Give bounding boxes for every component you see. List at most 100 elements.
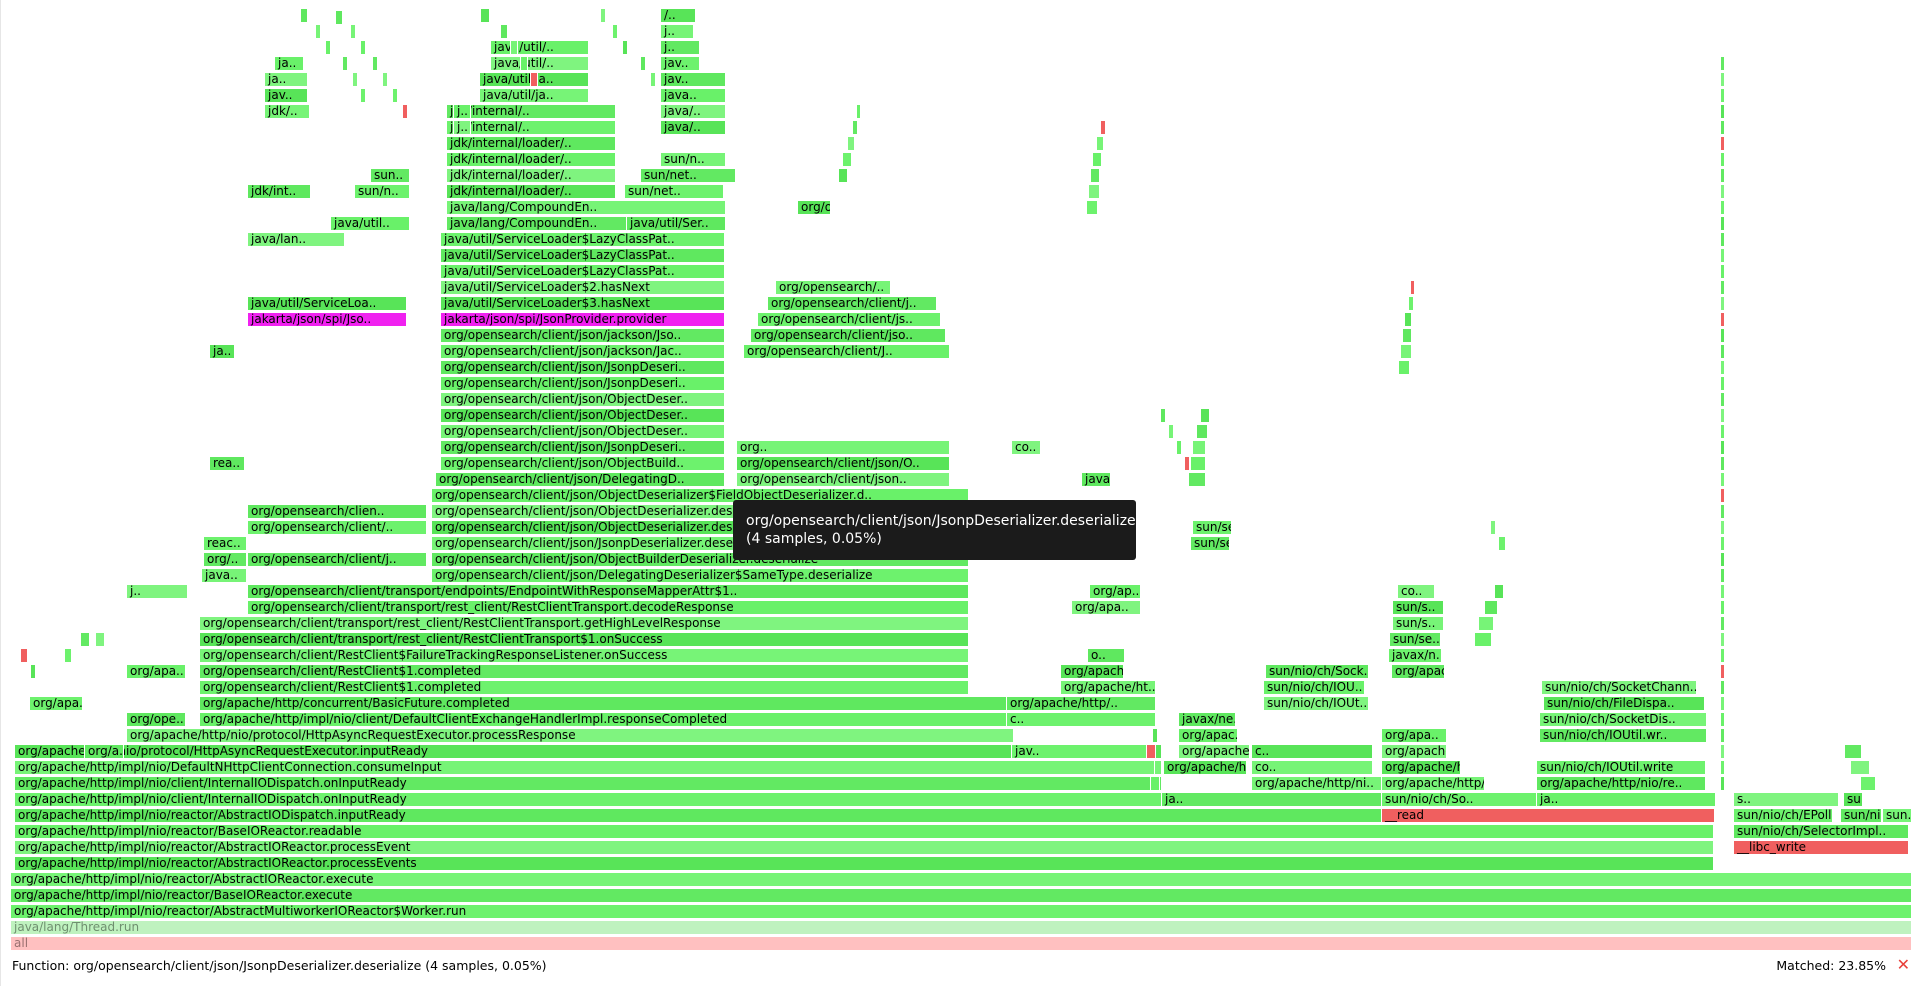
stack-frame[interactable]: org/ope..: [126, 712, 186, 727]
stack-frame[interactable]: [1478, 616, 1494, 631]
stack-frame[interactable]: org/apache/http/impl/nio/client/Internal…: [14, 792, 1162, 807]
stack-frame[interactable]: java/util/ServiceLoader$3.hasNext: [440, 296, 725, 311]
stack-frame[interactable]: org/opensearch/client/json/DelegatingD..: [435, 472, 725, 487]
stack-frame[interactable]: [1720, 712, 1725, 727]
stack-frame[interactable]: ja..: [264, 72, 308, 87]
stack-frame[interactable]: org/apache/http/impl/nio/client/Internal…: [14, 776, 1162, 791]
stack-frame[interactable]: [1190, 456, 1206, 471]
stack-frame[interactable]: org/opensearch/client/transport/endpoint…: [247, 584, 969, 599]
stack-frame[interactable]: [95, 632, 105, 647]
stack-frame[interactable]: jdk/internal/..: [446, 120, 616, 135]
stack-frame[interactable]: sun/nio/ch/SelectorImpl..: [1733, 824, 1909, 839]
stack-frame[interactable]: [1188, 472, 1206, 487]
stack-frame[interactable]: [1720, 664, 1725, 679]
stack-frame[interactable]: [1720, 680, 1725, 695]
stack-frame[interactable]: java/lang/CompoundEn..: [446, 200, 726, 215]
stack-frame[interactable]: [1398, 360, 1410, 375]
stack-frame[interactable]: [335, 10, 343, 25]
stack-frame[interactable]: [530, 72, 538, 87]
stack-frame[interactable]: org/apache/http/impl/nio/client/DefaultC…: [199, 712, 1014, 727]
stack-frame[interactable]: [1720, 424, 1725, 439]
stack-frame[interactable]: [1154, 760, 1162, 775]
stack-frame[interactable]: jdk/internal/loader/..: [446, 184, 616, 199]
stack-frame[interactable]: [1176, 440, 1182, 455]
stack-frame[interactable]: org..: [736, 440, 950, 455]
stack-frame[interactable]: org/apache/http/..: [1006, 696, 1156, 711]
stack-frame[interactable]: org/apache/http/impl/nio/reactor/BaseIOR…: [10, 888, 1912, 903]
stack-frame[interactable]: java/util/ja..: [479, 88, 589, 103]
stack-frame[interactable]: org/apache/http/impl/nio/reactor/Abstrac…: [10, 872, 1912, 887]
stack-frame[interactable]: org/apa..: [1071, 600, 1141, 615]
stack-frame[interactable]: [30, 664, 36, 679]
stack-frame[interactable]: java/util/ServiceLoader$LazyClassPat..: [440, 248, 725, 263]
stack-frame[interactable]: /..: [660, 8, 696, 23]
stack-frame[interactable]: sun/nio/ch/IOUtil.wr..: [1539, 728, 1707, 743]
stack-frame[interactable]: [1720, 296, 1725, 311]
stack-frame[interactable]: [520, 56, 528, 71]
stack-frame[interactable]: org/opensearch/client/json/ObjectDeser..: [440, 408, 725, 423]
stack-frame[interactable]: org/opensearch/client/json/ObjectDeser..: [440, 392, 725, 407]
stack-frame[interactable]: org/apache/http/concurrent/BasicFuture.c…: [199, 696, 1014, 711]
stack-frame[interactable]: [372, 56, 378, 71]
stack-frame[interactable]: [1720, 504, 1725, 519]
stack-frame[interactable]: java/util/..: [490, 56, 589, 71]
stack-frame[interactable]: sun/nio/ch/SocketChann..: [1541, 680, 1697, 695]
stack-frame[interactable]: reac..: [203, 536, 247, 551]
stack-frame[interactable]: sun/nio/ch/FileDispa..: [1543, 696, 1705, 711]
close-icon[interactable]: ✕: [1897, 955, 1910, 974]
stack-frame[interactable]: [392, 88, 398, 103]
stack-frame[interactable]: org/opensearch/client/j..: [247, 552, 427, 567]
stack-frame[interactable]: org/apache/http/impl/nio/reactor/Abstrac…: [1381, 776, 1485, 791]
stack-frame[interactable]: [1720, 568, 1725, 583]
stack-frame[interactable]: [80, 632, 90, 647]
stack-frame[interactable]: [847, 136, 855, 151]
stack-frame[interactable]: [1720, 200, 1725, 215]
stack-frame[interactable]: org/opensearch/clien..: [247, 504, 427, 519]
stack-frame[interactable]: [1720, 232, 1725, 247]
stack-frame[interactable]: java/util/ServiceLoa..: [247, 296, 407, 311]
stack-frame[interactable]: [1720, 696, 1725, 711]
stack-frame[interactable]: [1720, 744, 1725, 759]
stack-frame[interactable]: [1146, 744, 1156, 759]
stack-frame[interactable]: [1090, 168, 1100, 183]
stack-frame[interactable]: [1720, 488, 1725, 503]
stack-frame[interactable]: [1720, 328, 1725, 343]
stack-frame[interactable]: org/opensearch/client/json..: [736, 472, 950, 487]
stack-frame[interactable]: [1720, 168, 1725, 183]
stack-frame[interactable]: [1720, 56, 1725, 71]
stack-frame[interactable]: jdk/internal/..: [446, 104, 616, 119]
stack-frame[interactable]: java/lan..: [247, 232, 345, 247]
stack-frame[interactable]: co..: [1251, 760, 1373, 775]
stack-frame[interactable]: [1196, 424, 1208, 439]
stack-frame[interactable]: sun/net..: [640, 168, 736, 183]
stack-frame[interactable]: [1720, 632, 1725, 647]
stack-frame[interactable]: [1720, 184, 1725, 199]
stack-frame[interactable]: [1404, 312, 1412, 327]
stack-frame[interactable]: __read: [1381, 808, 1715, 823]
stack-frame[interactable]: org/apache/http/nio/reactor/..: [1163, 760, 1247, 775]
stack-frame[interactable]: java..: [201, 568, 247, 583]
stack-frame[interactable]: java/..: [660, 120, 726, 135]
stack-frame[interactable]: [1720, 152, 1725, 167]
stack-frame[interactable]: [352, 72, 358, 87]
stack-frame[interactable]: [1494, 584, 1504, 599]
stack-frame[interactable]: sun..: [370, 168, 410, 183]
stack-frame[interactable]: org/opensearch/client/transport/rest_cli…: [199, 616, 969, 631]
stack-frame[interactable]: [1860, 776, 1876, 791]
stack-frame[interactable]: jdk/internal/loader/..: [446, 152, 616, 167]
stack-frame[interactable]: [1720, 392, 1725, 407]
stack-frame[interactable]: ja..: [1536, 792, 1716, 807]
stack-frame[interactable]: [1400, 344, 1412, 359]
stack-frame[interactable]: [20, 648, 28, 663]
stack-frame[interactable]: sun/nio/ch/EPollSelecto..: [1733, 808, 1833, 823]
stack-frame[interactable]: [360, 40, 366, 55]
stack-frame[interactable]: [1474, 632, 1492, 647]
stack-frame[interactable]: [1720, 648, 1725, 663]
stack-frame[interactable]: org/apache/http/ni..: [1251, 776, 1387, 791]
stack-frame[interactable]: [640, 56, 646, 71]
stack-frame[interactable]: [480, 8, 490, 23]
stack-frame[interactable]: org/opensearch/client/transport/rest_cli…: [247, 600, 969, 615]
stack-frame[interactable]: [1498, 536, 1506, 551]
stack-frame[interactable]: [1720, 248, 1725, 263]
stack-frame[interactable]: [838, 168, 848, 183]
